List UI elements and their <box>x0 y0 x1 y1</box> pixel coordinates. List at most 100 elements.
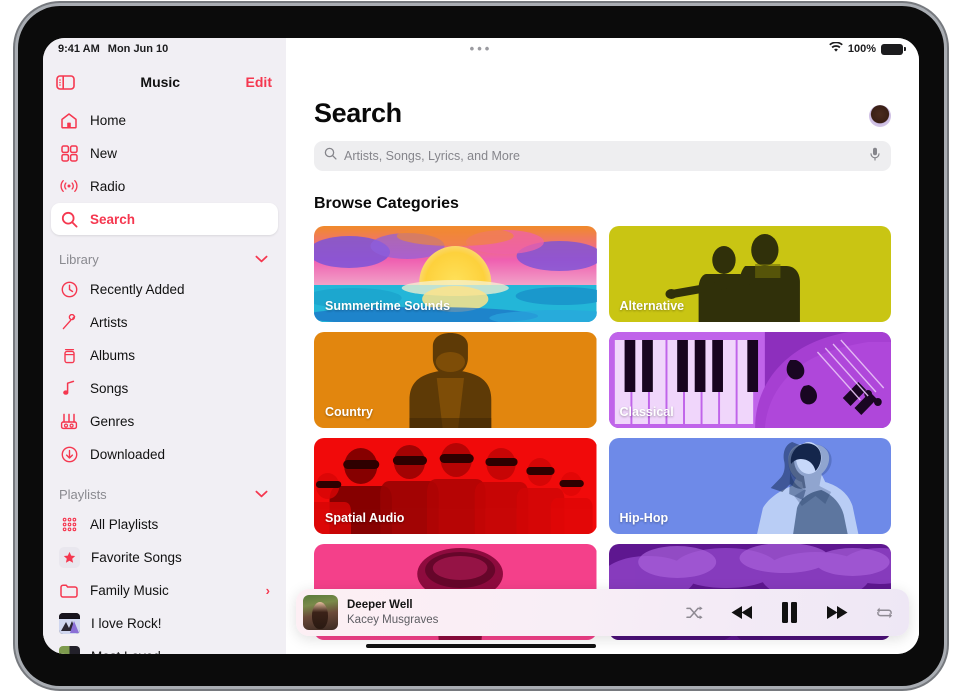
status-bar: 9:41 AM Mon Jun 10 ••• 100% <box>43 38 919 60</box>
sidebar-item-recently-added[interactable]: Recently Added <box>51 273 278 305</box>
magnifying-glass-icon <box>59 209 79 229</box>
download-arrow-icon <box>59 444 79 464</box>
wifi-icon <box>829 41 843 56</box>
sidebar-item-favorite-songs[interactable]: Favorite Songs <box>51 541 278 573</box>
sidebar-item-label: All Playlists <box>90 516 159 532</box>
sidebar: Music Edit Home New Radio Search Library… <box>43 38 286 654</box>
sidebar-toggle-icon[interactable] <box>55 72 75 92</box>
now-playing-bar[interactable]: Deeper Well Kacey Musgraves <box>296 589 909 636</box>
grid-squares-icon <box>59 143 79 163</box>
magnifying-glass-icon <box>324 147 337 165</box>
page-header: Search <box>314 98 891 129</box>
user-avatar[interactable] <box>869 104 891 127</box>
sidebar-item-label: New <box>90 145 118 161</box>
screen: 9:41 AM Mon Jun 10 ••• 100% Music Edit H… <box>43 38 919 654</box>
sidebar-item-artists[interactable]: Artists <box>51 306 278 338</box>
genres-icon <box>59 411 79 431</box>
home-indicator[interactable] <box>366 644 596 648</box>
edit-button[interactable]: Edit <box>246 74 272 90</box>
sidebar-title: Music <box>140 74 181 90</box>
category-label: Alternative <box>619 299 685 313</box>
playlist-artwork-icon <box>59 612 80 634</box>
previous-button[interactable] <box>731 605 753 620</box>
album-artwork[interactable] <box>303 595 338 630</box>
page-title: Search <box>314 98 402 128</box>
sidebar-section-library[interactable]: Library <box>51 236 278 273</box>
sidebar-header: Music Edit <box>43 64 286 100</box>
sidebar-item-search[interactable]: Search <box>51 203 278 235</box>
category-label: Classical <box>619 405 674 419</box>
microphone-icon[interactable] <box>869 147 881 166</box>
shuffle-button[interactable] <box>686 605 703 620</box>
now-playing-meta: Deeper Well Kacey Musgraves <box>347 598 438 627</box>
sidebar-item-label: Artists <box>90 314 128 330</box>
music-note-icon <box>59 378 79 398</box>
track-title: Deeper Well <box>347 599 413 612</box>
category-tile-hip-hop[interactable]: Hip-Hop <box>608 438 891 534</box>
radio-waves-icon <box>59 176 79 196</box>
sidebar-section-label: Library <box>59 251 99 267</box>
sidebar-item-label: I love Rock! <box>91 615 162 631</box>
playback-controls <box>686 602 893 623</box>
sidebar-item-label: Songs <box>90 380 129 396</box>
chevron-right-icon[interactable]: › <box>266 583 270 598</box>
sidebar-item-label: Favorite Songs <box>91 549 182 565</box>
sidebar-item-family-music[interactable]: Family Music › <box>51 574 278 606</box>
sidebar-item-new[interactable]: New <box>51 137 278 169</box>
sidebar-item-label: Genres <box>90 413 135 429</box>
sidebar-item-label: Search <box>90 211 136 227</box>
sidebar-item-i-love-rock[interactable]: I love Rock! <box>51 607 278 639</box>
category-tile-summertime-sounds[interactable]: Summertime Sounds <box>314 226 597 322</box>
search-page: Search Artists, Songs, Lyrics, and More … <box>286 64 919 640</box>
sidebar-item-label: Radio <box>90 178 126 194</box>
category-tile-classical[interactable]: Classical <box>608 332 891 428</box>
track-artist: Kacey Musgraves <box>347 613 439 626</box>
dots-grid-icon <box>59 514 79 534</box>
sidebar-item-home[interactable]: Home <box>51 104 278 136</box>
next-button[interactable] <box>826 605 848 620</box>
sidebar-item-label: Downloaded <box>90 446 166 462</box>
sidebar-item-songs[interactable]: Songs <box>51 372 278 404</box>
categories-grid: Summertime Sounds Alternative Country Cl… <box>314 226 891 640</box>
category-label: Hip-Hop <box>619 511 669 525</box>
sidebar-item-downloaded[interactable]: Downloaded <box>51 438 278 470</box>
house-icon <box>59 110 79 130</box>
device-frame: 9:41 AM Mon Jun 10 ••• 100% Music Edit H… <box>18 6 944 686</box>
microphone-icon <box>59 312 79 332</box>
battery-full-icon <box>881 43 906 55</box>
category-label: Country <box>325 405 373 419</box>
album-stack-icon <box>59 345 79 365</box>
category-tile-country[interactable]: Country <box>314 332 597 428</box>
sidebar-scroll: Home New Radio Search Library Recently A… <box>43 100 286 654</box>
folder-icon <box>59 580 79 600</box>
sidebar-item-label: Albums <box>90 347 136 363</box>
play-pause-button[interactable] <box>781 602 798 623</box>
category-tile-spatial-audio[interactable]: Spatial Audio <box>314 438 597 534</box>
category-label: Summertime Sounds <box>325 299 451 313</box>
sidebar-section-playlists[interactable]: Playlists <box>51 471 278 508</box>
playlist-artwork-icon <box>59 645 80 654</box>
sidebar-item-label: Family Music <box>90 582 169 598</box>
sidebar-item-radio[interactable]: Radio <box>51 170 278 202</box>
multitasking-handle[interactable]: ••• <box>43 42 919 55</box>
sidebar-item-label: Most Loved <box>91 649 161 655</box>
sidebar-section-label: Playlists <box>59 486 107 502</box>
search-input[interactable]: Artists, Songs, Lyrics, and More <box>314 141 891 171</box>
sidebar-item-most-loved[interactable]: Most Loved <box>51 640 278 654</box>
star-icon <box>59 546 80 568</box>
status-bar-right: 100% <box>829 41 906 56</box>
main-content: Search Artists, Songs, Lyrics, and More … <box>286 38 919 654</box>
battery-percent-label: 100% <box>847 43 876 55</box>
browse-categories-heading: Browse Categories <box>314 195 459 212</box>
sidebar-item-albums[interactable]: Albums <box>51 339 278 371</box>
category-label: Spatial Audio <box>325 511 405 525</box>
sidebar-item-all-playlists[interactable]: All Playlists <box>51 508 278 540</box>
chevron-down-icon[interactable] <box>255 485 268 503</box>
category-tile-alternative[interactable]: Alternative <box>608 226 891 322</box>
sidebar-item-label: Recently Added <box>90 281 185 297</box>
repeat-button[interactable] <box>876 606 893 620</box>
chevron-down-icon[interactable] <box>255 250 268 268</box>
sidebar-item-genres[interactable]: Genres <box>51 405 278 437</box>
clock-icon <box>59 279 79 299</box>
sidebar-item-label: Home <box>90 112 127 128</box>
